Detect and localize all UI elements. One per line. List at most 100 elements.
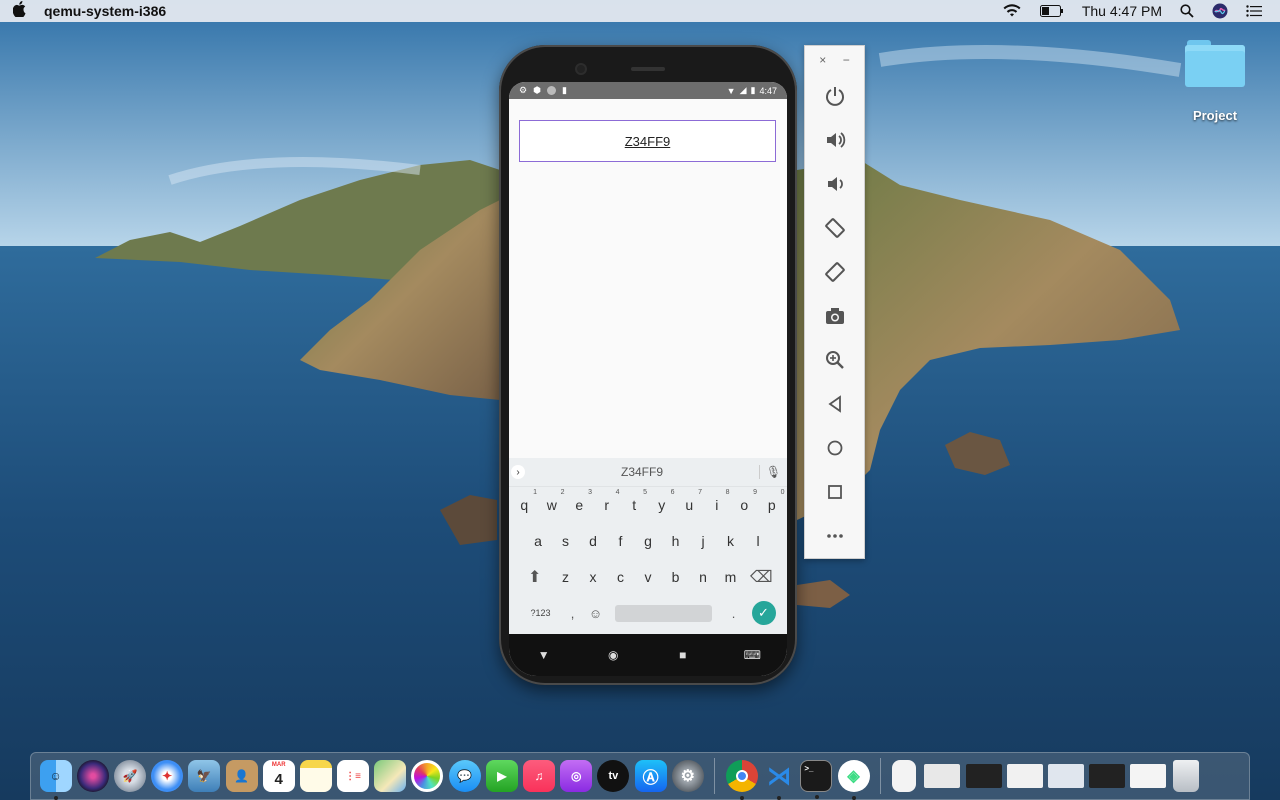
project-folder[interactable]: Project bbox=[1184, 40, 1246, 123]
expand-toolbar-icon[interactable]: › bbox=[511, 465, 525, 479]
facetime-icon[interactable]: ▶ bbox=[485, 760, 518, 792]
key-w[interactable]: w2 bbox=[538, 489, 566, 513]
close-icon[interactable]: × bbox=[819, 53, 826, 67]
overview-button[interactable] bbox=[805, 470, 864, 514]
back-button[interactable] bbox=[805, 382, 864, 426]
window-thumbnail-3[interactable] bbox=[1006, 764, 1043, 788]
volume-up-icon bbox=[826, 132, 845, 148]
vscode-icon[interactable]: ⋊ bbox=[763, 760, 795, 800]
calendar-icon[interactable]: MAR 4 bbox=[262, 760, 295, 792]
recents-nav-icon[interactable]: ■ bbox=[668, 648, 698, 662]
finder-icon[interactable]: ☺ bbox=[39, 760, 72, 800]
key-l[interactable]: l bbox=[744, 533, 772, 549]
control-center-icon[interactable] bbox=[1246, 5, 1262, 17]
shift-key-icon[interactable]: ⬆ bbox=[518, 567, 552, 587]
android-studio-icon[interactable]: ◈ bbox=[837, 760, 870, 800]
home-button[interactable] bbox=[805, 426, 864, 470]
photos-icon[interactable] bbox=[411, 760, 444, 792]
volume-down-button[interactable] bbox=[805, 162, 864, 206]
window-thumbnail-4[interactable] bbox=[1047, 764, 1084, 788]
trash-icon[interactable] bbox=[1172, 760, 1199, 792]
active-app-name[interactable]: qemu-system-i386 bbox=[44, 3, 166, 19]
spotlight-search-icon[interactable] bbox=[1180, 4, 1194, 18]
comma-key[interactable]: , bbox=[561, 606, 585, 621]
document-stack-icon[interactable] bbox=[891, 760, 916, 792]
key-n[interactable]: n bbox=[689, 569, 717, 585]
camera-icon bbox=[825, 308, 844, 324]
rotate-right-button[interactable] bbox=[805, 250, 864, 294]
battery-icon[interactable] bbox=[1039, 5, 1064, 17]
key-o[interactable]: o9 bbox=[731, 489, 759, 513]
key-p[interactable]: p0 bbox=[758, 489, 786, 513]
more-options-button[interactable] bbox=[805, 514, 864, 558]
volume-up-button[interactable] bbox=[805, 118, 864, 162]
podcasts-icon[interactable]: ◎ bbox=[560, 760, 593, 792]
key-c[interactable]: c bbox=[607, 569, 635, 585]
reminders-icon[interactable]: ⋮≡ bbox=[337, 760, 370, 792]
key-g[interactable]: g bbox=[634, 533, 662, 549]
key-t[interactable]: t5 bbox=[621, 489, 649, 513]
key-x[interactable]: x bbox=[579, 569, 607, 585]
safari-icon[interactable]: ✦ bbox=[151, 760, 184, 792]
key-q[interactable]: q1 bbox=[511, 489, 539, 513]
android-status-bar: ⚙ ⬢ ▮ ▼ ◢ ▮ 4:47 bbox=[509, 82, 787, 99]
keyboard-switch-icon[interactable]: ⌨ bbox=[737, 648, 767, 662]
space-key[interactable] bbox=[614, 604, 712, 622]
apple-tv-icon[interactable]: tv bbox=[597, 760, 630, 792]
messages-icon[interactable]: 💬 bbox=[448, 760, 481, 792]
folder-icon bbox=[1185, 40, 1245, 88]
key-s[interactable]: s bbox=[552, 533, 580, 549]
terminal-icon[interactable]: >_ bbox=[800, 760, 833, 799]
key-d[interactable]: d bbox=[579, 533, 607, 549]
device-screen[interactable]: ⚙ ⬢ ▮ ▼ ◢ ▮ 4:47 Z34FF9 › Z34FF9 🎙 q1 w2 bbox=[509, 82, 787, 676]
window-thumbnail-5[interactable] bbox=[1089, 764, 1126, 788]
key-j[interactable]: j bbox=[689, 533, 717, 549]
cell-signal-icon: ◢ bbox=[739, 85, 747, 95]
microphone-icon[interactable]: 🎙 bbox=[759, 465, 787, 479]
backspace-key-icon[interactable]: ⌫ bbox=[744, 567, 778, 587]
music-icon[interactable]: ♫ bbox=[523, 760, 556, 792]
key-k[interactable]: k bbox=[717, 533, 745, 549]
wifi-icon[interactable] bbox=[1002, 4, 1022, 18]
window-thumbnail-6[interactable] bbox=[1130, 764, 1167, 788]
key-i[interactable]: i8 bbox=[703, 489, 731, 513]
key-b[interactable]: b bbox=[662, 569, 690, 585]
key-y[interactable]: y6 bbox=[648, 489, 676, 513]
key-h[interactable]: h bbox=[662, 533, 690, 549]
symbols-key[interactable]: ?123 bbox=[521, 608, 561, 618]
rotate-left-button[interactable] bbox=[805, 206, 864, 250]
launchpad-icon[interactable]: 🚀 bbox=[113, 760, 146, 792]
mail-icon[interactable]: 🦅 bbox=[188, 760, 221, 792]
contacts-icon[interactable]: 👤 bbox=[225, 760, 258, 792]
notes-icon[interactable] bbox=[299, 760, 332, 792]
key-f[interactable]: f bbox=[607, 533, 635, 549]
key-z[interactable]: z bbox=[552, 569, 580, 585]
app-store-icon[interactable]: Ⓐ bbox=[634, 760, 667, 792]
suggestion-word[interactable]: Z34FF9 bbox=[525, 465, 759, 479]
screenshot-button[interactable] bbox=[805, 294, 864, 338]
maps-icon[interactable] bbox=[374, 760, 407, 792]
key-u[interactable]: u7 bbox=[676, 489, 704, 513]
chrome-icon[interactable] bbox=[725, 760, 758, 800]
back-nav-icon[interactable]: ▼ bbox=[529, 648, 559, 662]
key-a[interactable]: a bbox=[524, 533, 552, 549]
enter-check-icon[interactable]: ✓ bbox=[751, 601, 776, 625]
key-r[interactable]: r4 bbox=[593, 489, 621, 513]
system-preferences-icon[interactable]: ⚙ bbox=[671, 760, 704, 792]
home-nav-icon[interactable]: ◉ bbox=[598, 648, 628, 662]
key-e[interactable]: e3 bbox=[566, 489, 594, 513]
clock[interactable]: Thu 4:47 PM bbox=[1082, 3, 1162, 19]
apple-icon[interactable] bbox=[0, 1, 40, 21]
minimize-icon[interactable]: − bbox=[843, 53, 850, 67]
period-key[interactable]: . bbox=[720, 606, 748, 621]
zoom-button[interactable] bbox=[805, 338, 864, 382]
window-thumbnail-2[interactable] bbox=[965, 764, 1002, 788]
emoji-key-icon[interactable]: ☺ bbox=[585, 606, 607, 621]
siri-icon[interactable] bbox=[1212, 3, 1228, 19]
key-v[interactable]: v bbox=[634, 569, 662, 585]
key-m[interactable]: m bbox=[717, 569, 745, 585]
text-input-field[interactable]: Z34FF9 bbox=[519, 120, 776, 162]
power-button[interactable] bbox=[805, 74, 864, 118]
window-thumbnail-1[interactable] bbox=[924, 764, 961, 788]
siri-icon[interactable] bbox=[76, 760, 109, 792]
